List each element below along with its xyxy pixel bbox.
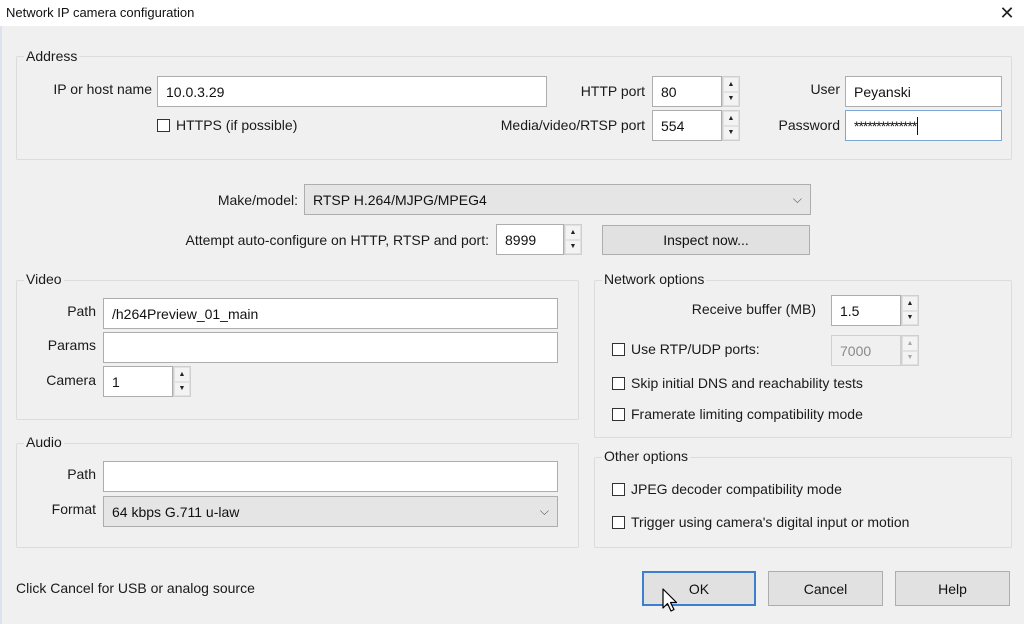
media-port-label: Media/video/RTSP port [500, 117, 645, 133]
audio-format-value: 64 kbps G.711 u-law [112, 503, 240, 520]
audio-legend: Audio [24, 434, 64, 450]
make-model-value: RTSP H.264/MJPG/MPEG4 [313, 191, 487, 208]
auto-configure-label: Attempt auto-configure on HTTP, RTSP and… [185, 232, 490, 248]
spin-up-icon[interactable]: ▲ [723, 111, 739, 126]
help-button[interactable]: Help [895, 571, 1010, 606]
receive-buffer-spinner[interactable]: ▲ ▼ [901, 295, 919, 326]
video-path-value: /h264Preview_01_main [112, 305, 259, 322]
spin-up-icon[interactable]: ▲ [723, 77, 739, 92]
rtp-udp-port-spinner: ▲ ▼ [901, 335, 919, 366]
jpeg-checkbox[interactable] [612, 482, 625, 496]
inspect-now-button[interactable]: Inspect now... [602, 225, 810, 255]
camera-label: Camera [46, 372, 96, 388]
address-group [16, 56, 1012, 160]
spin-up-icon: ▲ [902, 336, 918, 351]
jpeg-checkbox-row[interactable]: JPEG decoder compatibility mode [612, 481, 842, 497]
rtp-udp-port-value: 7000 [840, 342, 872, 359]
https-checkbox-row[interactable]: HTTPS (if possible) [157, 117, 297, 133]
http-port-label: HTTP port [580, 83, 645, 99]
password-value: ************** [854, 117, 917, 134]
skip-dns-checkbox[interactable] [612, 376, 625, 390]
spin-up-icon[interactable]: ▲ [174, 367, 190, 382]
chevron-down-icon: ⌵ [539, 504, 549, 518]
media-port-value: 554 [661, 117, 685, 134]
ip-host-input[interactable]: 10.0.3.29 [157, 76, 547, 107]
spin-down-icon[interactable]: ▼ [723, 91, 739, 106]
spin-down-icon[interactable]: ▼ [902, 310, 918, 325]
window-title: Network IP camera configuration [6, 5, 195, 20]
other-options-legend: Other options [602, 448, 691, 464]
address-legend: Address [24, 48, 80, 64]
other-options-group [594, 457, 1012, 548]
params-label: Params [47, 337, 96, 353]
video-path-label: Path [67, 303, 96, 319]
make-model-select[interactable]: RTSP H.264/MJPG/MPEG4 ⌵ [304, 184, 811, 215]
close-button[interactable]: ✕ [990, 0, 1024, 26]
params-input[interactable] [103, 332, 558, 363]
framerate-checkbox-row[interactable]: Framerate limiting compatibility mode [612, 406, 863, 422]
user-input[interactable]: Peyanski [845, 76, 1002, 107]
receive-buffer-label: Receive buffer (MB) [691, 301, 816, 317]
https-checkbox[interactable] [157, 118, 170, 132]
media-port-input[interactable]: 554 [652, 110, 722, 141]
framerate-checkbox[interactable] [612, 407, 625, 421]
user-value: Peyanski [854, 83, 911, 100]
framerate-label: Framerate limiting compatibility mode [631, 406, 863, 422]
audio-path-label: Path [67, 466, 96, 482]
chevron-down-icon: ⌵ [792, 192, 802, 206]
mouse-cursor-icon [662, 588, 678, 612]
close-icon: ✕ [999, 2, 1015, 23]
trigger-checkbox[interactable] [612, 515, 625, 529]
spin-up-icon[interactable]: ▲ [902, 296, 918, 311]
https-label: HTTPS (if possible) [176, 117, 298, 133]
http-port-value: 80 [661, 83, 677, 100]
receive-buffer-value: 1.5 [840, 302, 860, 319]
skip-dns-checkbox-row[interactable]: Skip initial DNS and reachability tests [612, 375, 863, 391]
window-edge [0, 26, 2, 624]
rtp-udp-port-input: 7000 [831, 335, 901, 366]
network-options-legend: Network options [602, 271, 707, 287]
rtp-udp-checkbox[interactable] [612, 342, 625, 356]
text-caret [917, 116, 919, 135]
footer-hint: Click Cancel for USB or analog source [16, 580, 255, 596]
trigger-label: Trigger using camera's digital input or … [631, 514, 910, 530]
spin-down-icon[interactable]: ▼ [565, 239, 581, 254]
http-port-input[interactable]: 80 [652, 76, 722, 107]
spin-down-icon[interactable]: ▼ [174, 381, 190, 396]
make-model-label: Make/model: [217, 192, 298, 208]
rtp-udp-label: Use RTP/UDP ports: [631, 341, 760, 357]
auto-configure-port-spinner[interactable]: ▲ ▼ [564, 224, 582, 255]
auto-configure-port-input[interactable]: 8999 [496, 224, 564, 255]
password-input[interactable]: ************** [845, 110, 1002, 141]
camera-spinner[interactable]: ▲ ▼ [173, 366, 191, 397]
video-legend: Video [24, 271, 64, 287]
video-path-input[interactable]: /h264Preview_01_main [103, 298, 558, 329]
audio-format-label: Format [51, 501, 96, 517]
spin-down-icon[interactable]: ▼ [723, 125, 739, 140]
password-label: Password [778, 117, 840, 133]
spin-down-icon: ▼ [902, 350, 918, 365]
spin-up-icon[interactable]: ▲ [565, 225, 581, 240]
camera-input[interactable]: 1 [103, 366, 173, 397]
ip-host-value: 10.0.3.29 [166, 83, 225, 100]
jpeg-label: JPEG decoder compatibility mode [631, 481, 842, 497]
http-port-spinner[interactable]: ▲ ▼ [722, 76, 740, 107]
audio-format-select[interactable]: 64 kbps G.711 u-law ⌵ [103, 496, 558, 527]
media-port-spinner[interactable]: ▲ ▼ [722, 110, 740, 141]
receive-buffer-input[interactable]: 1.5 [831, 295, 901, 326]
rtp-udp-checkbox-row[interactable]: Use RTP/UDP ports: [612, 341, 760, 357]
cancel-button[interactable]: Cancel [768, 571, 883, 606]
audio-path-input[interactable] [103, 461, 558, 492]
trigger-checkbox-row[interactable]: Trigger using camera's digital input or … [612, 514, 909, 530]
user-label: User [810, 81, 840, 97]
ok-button[interactable]: OK [642, 571, 756, 606]
ip-label: IP or host name [53, 81, 152, 97]
camera-value: 1 [112, 373, 120, 390]
skip-dns-label: Skip initial DNS and reachability tests [631, 375, 863, 391]
auto-configure-port-value: 8999 [505, 231, 537, 248]
